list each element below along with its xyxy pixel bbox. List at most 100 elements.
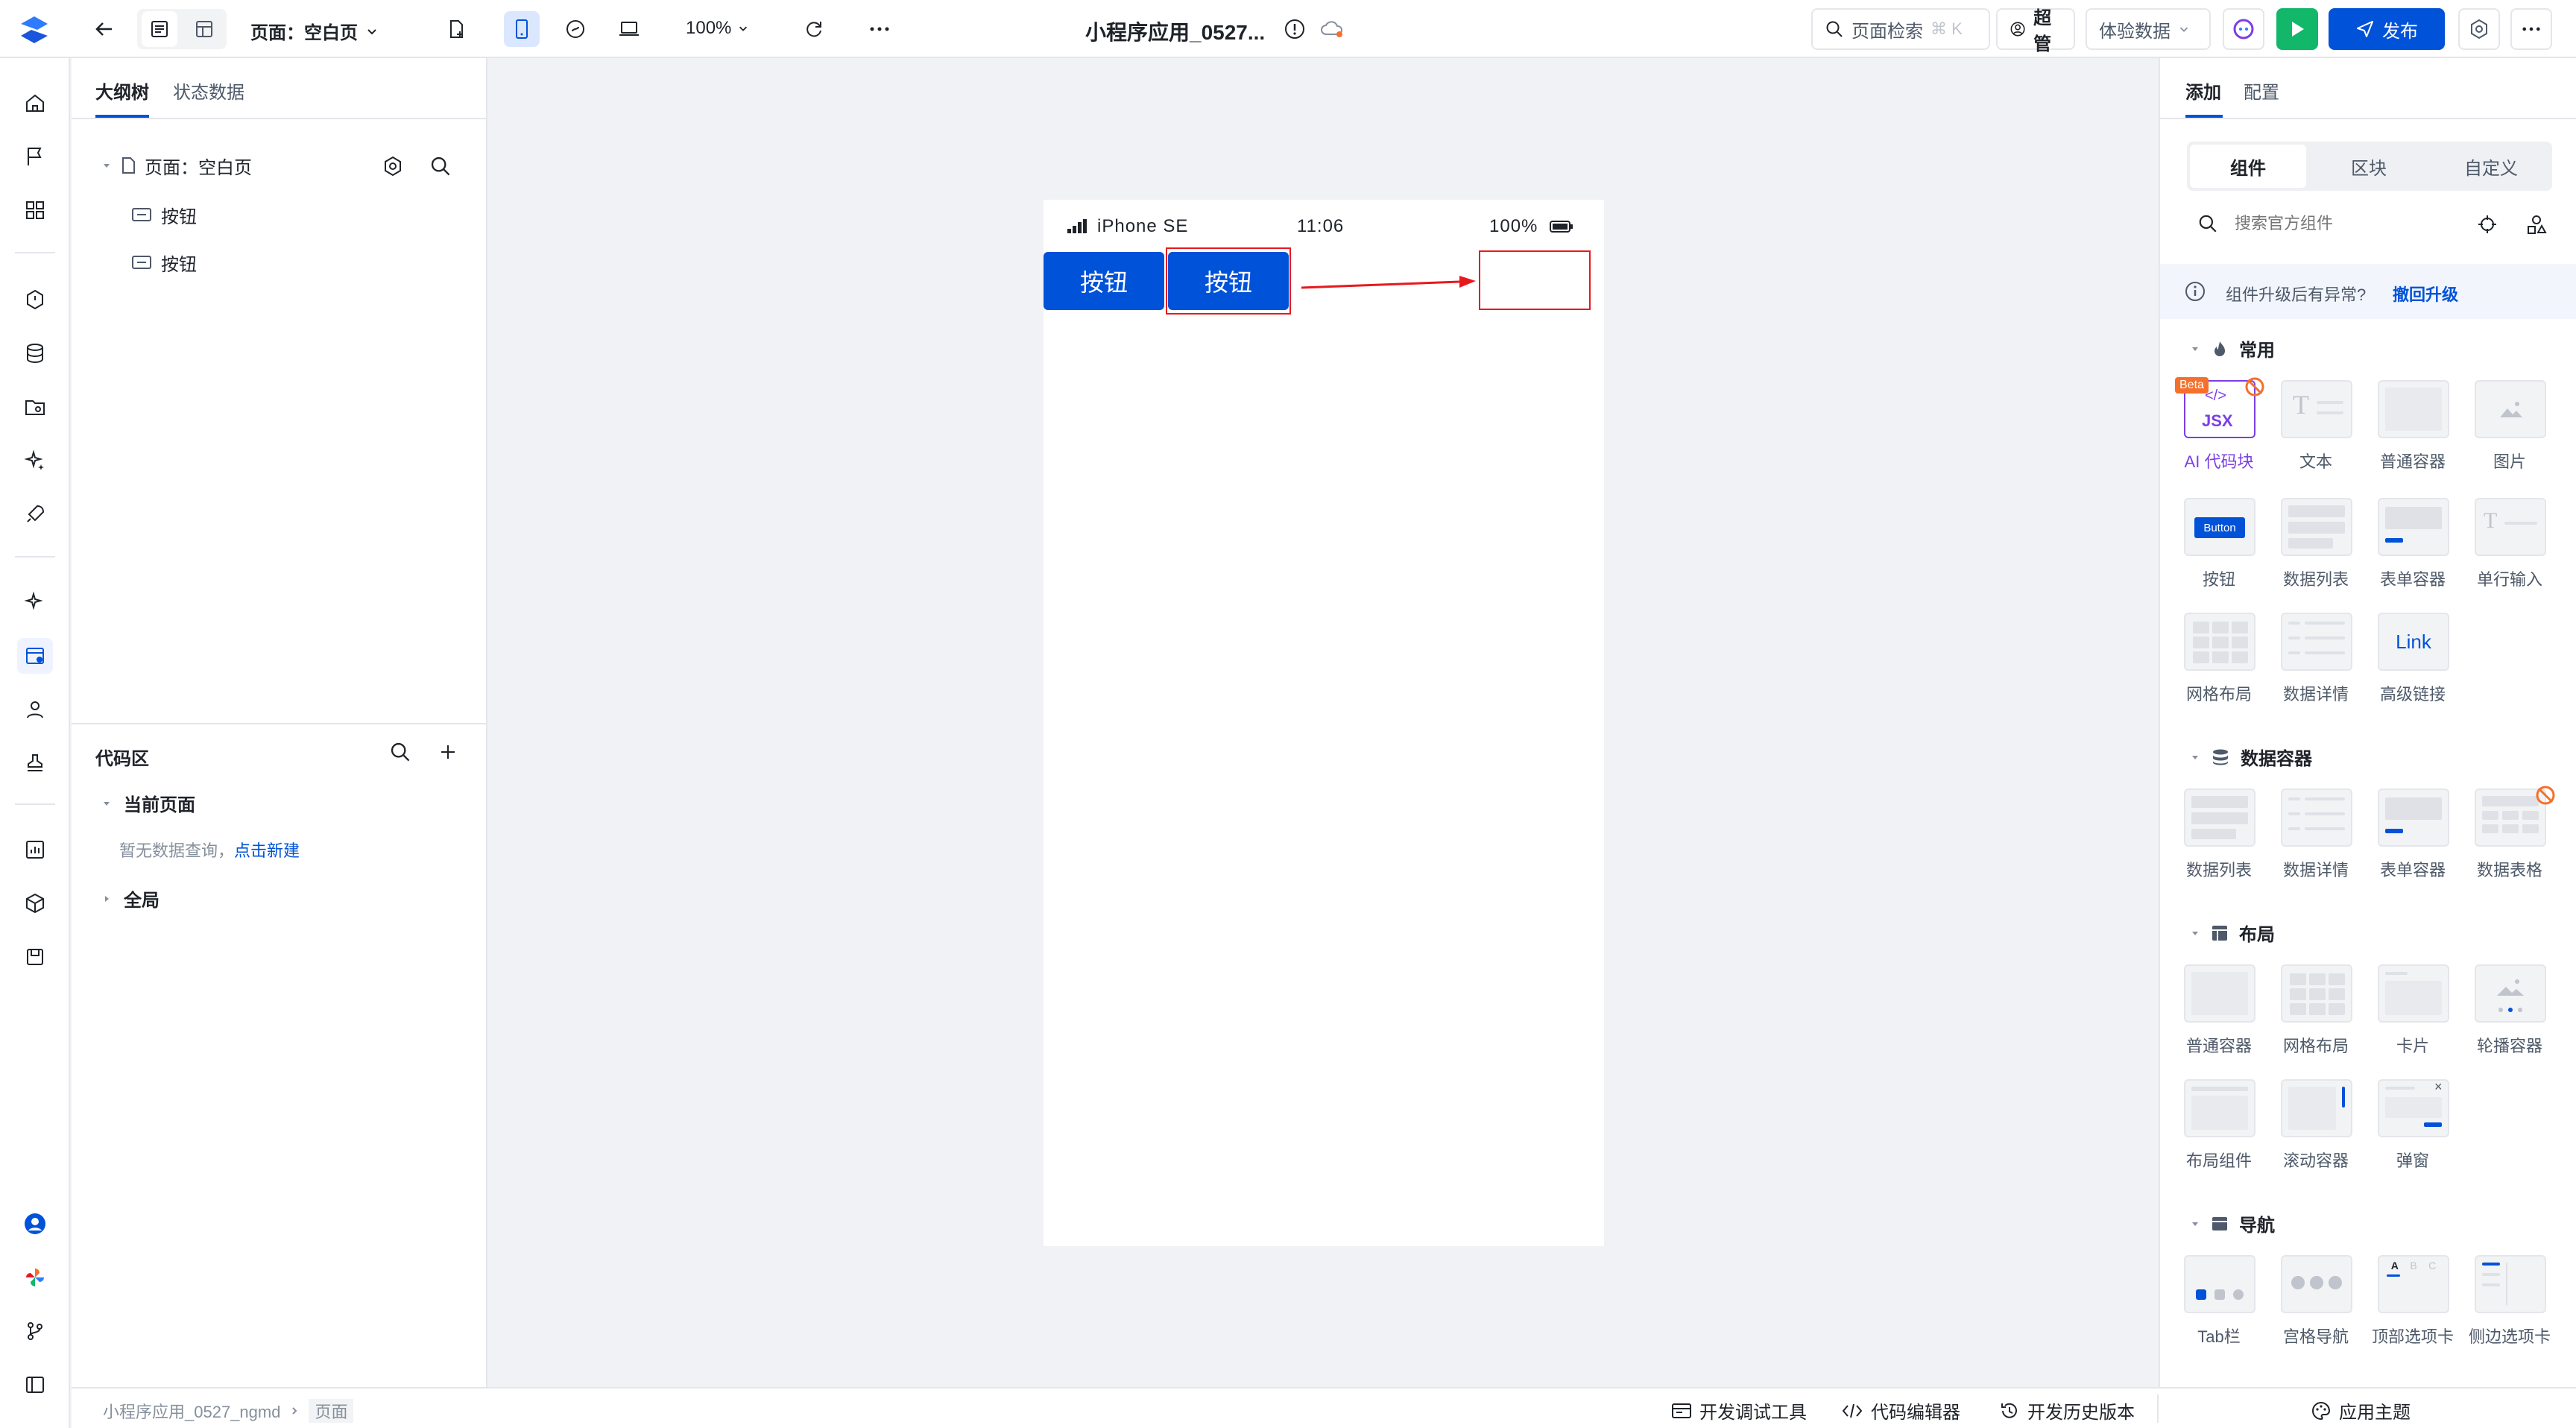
layout-view-icon[interactable] [186,11,222,47]
section-nav-header[interactable]: 导航 [2190,1210,2275,1236]
more-icon[interactable] [862,11,897,47]
code-global[interactable]: 全局 [101,885,160,912]
outline-root-node[interactable]: 页面：空白页 [101,148,467,183]
section-common-header[interactable]: 常用 [2190,335,2275,361]
settings-button[interactable] [2458,8,2500,50]
segment-custom[interactable]: 自定义 [2433,145,2549,188]
stamp-icon[interactable] [17,745,53,781]
publish-button[interactable]: 发布 [2329,8,2445,50]
gear-icon[interactable] [382,155,404,177]
user-group-icon[interactable] [17,692,53,727]
analytics-icon[interactable] [17,832,53,868]
comp-data-detail[interactable]: 数据详情 [2267,789,2364,893]
segment-blocks[interactable]: 区块 [2311,145,2427,188]
outline-item[interactable]: 按钮 [131,197,197,233]
page-editor-icon[interactable] [17,638,53,674]
outline-item[interactable]: 按钮 [131,244,197,280]
component-cube-icon[interactable] [17,885,53,921]
git-branch-icon[interactable] [17,1313,53,1349]
comp-top-tabs[interactable]: ABC 顶部选项卡 [2364,1255,2461,1359]
desktop-device-icon[interactable] [611,11,647,47]
comp-text[interactable]: T 文本 [2267,380,2364,484]
phone-preview[interactable]: iPhone SE 11:06 100% 按钮 按钮 [1044,200,1604,1246]
component-market-icon[interactable] [2525,213,2548,236]
breadcrumb-app[interactable]: 小程序应用_0527_ngmd [103,1399,280,1423]
info-icon[interactable] [1284,18,1306,40]
folder-search-icon[interactable] [17,389,53,425]
code-current-page[interactable]: 当前页面 [101,790,195,816]
page-selector[interactable]: 页面：空白页 [250,18,379,44]
app-logo[interactable] [16,15,52,45]
comp-data-table[interactable]: 数据表格 [2461,786,2558,893]
new-file-icon[interactable] [438,11,474,47]
tab-config[interactable]: 配置 [2244,78,2279,104]
create-query-link[interactable]: 点击新建 [234,838,300,862]
zoom-selector[interactable]: 100% [686,18,749,39]
more-menu-button[interactable] [2510,8,2552,50]
comp-advanced-link[interactable]: Link 高级链接 [2364,613,2461,717]
back-icon[interactable] [86,11,122,47]
page-view-icon[interactable] [142,11,177,47]
comp-carousel[interactable]: 轮播容器 [2461,964,2558,1069]
apps-grid-icon[interactable] [17,192,53,228]
breadcrumb-page[interactable]: 页面 [309,1399,354,1423]
phone-button-2[interactable]: 按钮 [1168,252,1289,310]
sidebar-toggle-icon[interactable] [17,1367,53,1403]
comp-side-tabs[interactable]: 侧边选项卡 [2461,1255,2558,1359]
tab-outline-tree[interactable]: 大纲树 [95,78,149,104]
search-icon[interactable] [429,155,452,177]
add-icon[interactable] [437,741,459,763]
locate-icon[interactable] [2476,213,2498,236]
section-layout-header[interactable]: 布局 [2190,920,2275,946]
comp-data-list[interactable]: 数据列表 [2171,789,2267,893]
rocket-icon[interactable] [17,496,53,532]
comp-image[interactable]: 图片 [2461,380,2558,484]
segment-components[interactable]: 组件 [2190,145,2306,188]
component-search-input[interactable] [2235,210,2428,237]
hexagon-icon[interactable] [17,282,53,317]
ai-assistant-button[interactable] [2223,8,2264,50]
comp-container[interactable]: 普通容器 [2171,964,2267,1069]
color-pinwheel-icon[interactable] [17,1260,53,1295]
comp-card[interactable]: 卡片 [2364,964,2461,1069]
sparkle-icon[interactable] [17,443,53,478]
comp-grid-nav[interactable]: 宫格导航 [2267,1255,2364,1359]
comp-tab-bar[interactable]: Tab栏 [2171,1255,2267,1359]
data-mode-select[interactable]: 体验数据 [2086,8,2211,50]
rollback-upgrade-link[interactable]: 撤回升级 [2393,282,2458,306]
comp-container[interactable]: 普通容器 [2364,380,2461,484]
comp-modal[interactable]: × 弹窗 [2364,1079,2461,1184]
refresh-icon[interactable] [796,11,832,47]
dev-tools-button[interactable]: 开发调试工具 [1671,1397,1807,1424]
comp-ai-code-block[interactable]: </> JSX Beta AI 代码块 [2171,377,2267,484]
comp-grid-layout[interactable]: 网格布局 [2171,613,2267,717]
database-icon[interactable] [17,335,53,371]
tab-add[interactable]: 添加 [2185,78,2221,104]
home-icon[interactable] [17,85,53,121]
miniprogram-icon[interactable] [558,11,593,47]
run-button[interactable] [2276,8,2318,50]
section-data-header[interactable]: 数据容器 [2190,744,2312,770]
account-avatar-icon[interactable] [17,1206,53,1242]
comp-grid-layout[interactable]: 网格布局 [2267,964,2364,1069]
page-search-button[interactable]: 页面检索 ⌘ K [1811,8,1990,50]
comp-form-container[interactable]: 表单容器 [2364,789,2461,893]
comp-data-detail[interactable]: 数据详情 [2267,613,2364,717]
flag-icon[interactable] [17,139,53,174]
comp-form-container[interactable]: 表单容器 [2364,498,2461,602]
user-role-button[interactable]: 超管 [1996,8,2075,54]
comp-scroll-container[interactable]: 滚动容器 [2267,1079,2364,1184]
comp-single-input[interactable]: T 单行输入 [2461,498,2558,602]
package-icon[interactable] [17,939,53,975]
ai-sparkle-icon[interactable] [17,584,53,620]
phone-button-1[interactable]: 按钮 [1044,252,1164,310]
code-editor-button[interactable]: 代码编辑器 [1841,1397,1960,1424]
comp-data-list[interactable]: 数据列表 [2267,498,2364,602]
dev-history-button[interactable]: 开发历史版本 [1999,1397,2135,1424]
search-icon[interactable] [389,741,411,763]
mobile-device-icon[interactable] [504,11,540,47]
app-theme-button[interactable]: 应用主题 [2311,1397,2411,1424]
tab-state-data[interactable]: 状态数据 [173,78,244,104]
comp-layout-component[interactable]: 布局组件 [2171,1079,2267,1184]
comp-button[interactable]: Button 按钮 [2171,498,2267,602]
